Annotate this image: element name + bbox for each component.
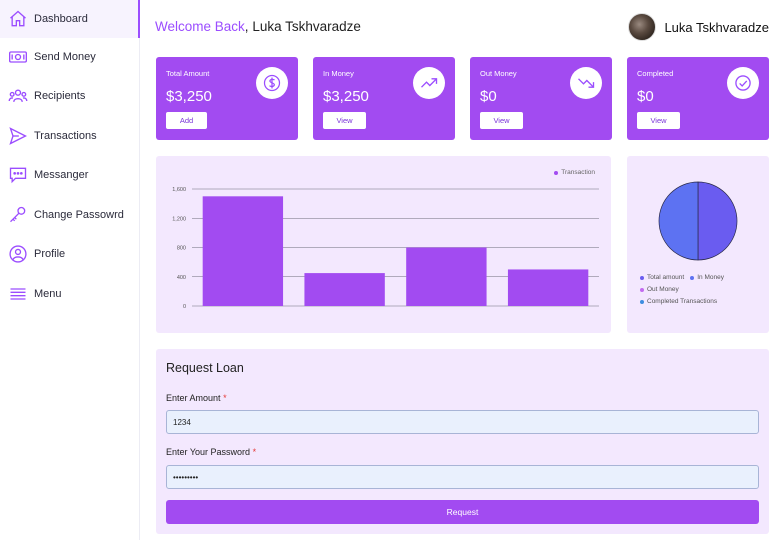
sidebar-item-label: Recipients bbox=[34, 90, 86, 102]
card-title: Total Amount bbox=[166, 69, 210, 78]
amount-input[interactable]: 1234 bbox=[166, 410, 759, 434]
sidebar-item-label: Change Passowrd bbox=[34, 209, 124, 221]
welcome-heading: Welcome Back, Luka Tskhvaradze bbox=[155, 19, 361, 34]
y-tick-label: 1,600 bbox=[172, 187, 186, 193]
sidebar: Dashboard Send Money Recipients Transact… bbox=[0, 0, 140, 540]
request-loan-form: Request Loan Enter Amount * 1234 Enter Y… bbox=[156, 349, 769, 534]
bar bbox=[304, 273, 385, 306]
bar bbox=[406, 247, 487, 306]
pie-legend-item: In Money bbox=[690, 272, 724, 284]
out-money-card: Out Money $0 View bbox=[470, 57, 612, 140]
y-tick-label: 0 bbox=[183, 304, 186, 310]
card-value: $0 bbox=[637, 88, 654, 105]
bar bbox=[507, 269, 589, 306]
card-value: $3,250 bbox=[166, 88, 212, 105]
transactions-bar-chart-panel: Transaction 0 400 800 1,200 1,600 bbox=[156, 156, 611, 333]
sidebar-item-label: Dashboard bbox=[34, 13, 88, 25]
chart-legend: Transaction bbox=[554, 169, 595, 176]
sidebar-item-profile[interactable]: Profile bbox=[0, 235, 140, 273]
sidebar-item-label: Messanger bbox=[34, 169, 89, 181]
card-title: Out Money bbox=[480, 69, 517, 78]
y-tick-label: 1,200 bbox=[172, 216, 186, 222]
card-title: Completed bbox=[637, 69, 674, 78]
users-icon bbox=[8, 86, 28, 106]
y-tick-label: 800 bbox=[177, 246, 186, 252]
password-label: Enter Your Password * bbox=[166, 447, 257, 457]
sidebar-item-dashboard[interactable]: Dashboard bbox=[0, 0, 140, 38]
trend-up-icon bbox=[413, 67, 445, 99]
view-button[interactable]: View bbox=[480, 112, 523, 129]
summary-pie-chart-panel: Total amount In Money Out Money Complete… bbox=[627, 156, 769, 333]
check-icon bbox=[727, 67, 759, 99]
legend-label: Transaction bbox=[561, 169, 595, 176]
pie-legend: Total amount In Money Out Money Complete… bbox=[640, 272, 730, 308]
send-icon bbox=[8, 126, 28, 146]
request-button[interactable]: Request bbox=[166, 500, 759, 524]
sidebar-item-send-money[interactable]: Send Money bbox=[0, 38, 140, 76]
sidebar-item-label: Profile bbox=[34, 248, 66, 260]
menu-icon bbox=[8, 284, 28, 304]
legend-swatch bbox=[554, 170, 559, 175]
form-title: Request Loan bbox=[166, 361, 244, 375]
welcome-user-name: Luka Tskhvaradze bbox=[252, 19, 361, 34]
bar-chart: 0 400 800 1,200 1,600 bbox=[172, 187, 599, 310]
add-button[interactable]: Add bbox=[166, 112, 207, 129]
trend-down-icon bbox=[570, 67, 602, 99]
welcome-comma: , bbox=[244, 19, 249, 34]
sidebar-item-change-password[interactable]: Change Passowrd bbox=[0, 196, 140, 234]
pie-chart bbox=[658, 181, 738, 261]
user-name: Luka Tskhvaradze bbox=[664, 19, 769, 35]
sidebar-item-label: Transactions bbox=[34, 130, 97, 142]
app: Dashboard Send Money Recipients Transact… bbox=[0, 0, 780, 540]
view-button[interactable]: View bbox=[323, 112, 366, 129]
sidebar-item-label: Send Money bbox=[34, 51, 96, 63]
password-input[interactable]: ••••••••• bbox=[166, 465, 759, 489]
sidebar-item-messanger[interactable]: Messanger bbox=[0, 156, 140, 194]
amount-label: Enter Amount * bbox=[166, 393, 227, 403]
sidebar-item-menu[interactable]: Menu bbox=[0, 275, 140, 313]
pie-legend-item: Out Money bbox=[640, 284, 679, 296]
completed-card: Completed $0 View bbox=[627, 57, 769, 140]
sidebar-item-recipients[interactable]: Recipients bbox=[0, 77, 140, 115]
welcome-text: Welcome Back bbox=[155, 19, 245, 34]
card-title: In Money bbox=[323, 69, 354, 78]
y-tick-label: 400 bbox=[177, 275, 186, 281]
view-button[interactable]: View bbox=[637, 112, 680, 129]
in-money-card: In Money $3,250 View bbox=[313, 57, 455, 140]
pie-slice bbox=[697, 181, 738, 261]
sidebar-item-transactions[interactable]: Transactions bbox=[0, 117, 140, 155]
key-icon bbox=[8, 205, 28, 225]
user-profile[interactable]: Luka Tskhvaradze bbox=[628, 13, 769, 41]
pie-legend-item: Total amount bbox=[640, 272, 684, 284]
profile-icon bbox=[8, 244, 28, 264]
chat-icon bbox=[8, 165, 28, 185]
money-icon bbox=[8, 47, 28, 67]
card-value: $0 bbox=[480, 88, 497, 105]
dollar-icon bbox=[256, 67, 288, 99]
total-amount-card: Total Amount $3,250 Add bbox=[156, 57, 298, 140]
home-icon bbox=[8, 9, 28, 29]
avatar[interactable] bbox=[628, 13, 657, 41]
pie-legend-item: Completed Transactions bbox=[640, 296, 717, 308]
bar bbox=[202, 196, 284, 306]
pie-slice bbox=[658, 181, 699, 261]
sidebar-item-label: Menu bbox=[34, 288, 62, 300]
card-value: $3,250 bbox=[323, 88, 369, 105]
